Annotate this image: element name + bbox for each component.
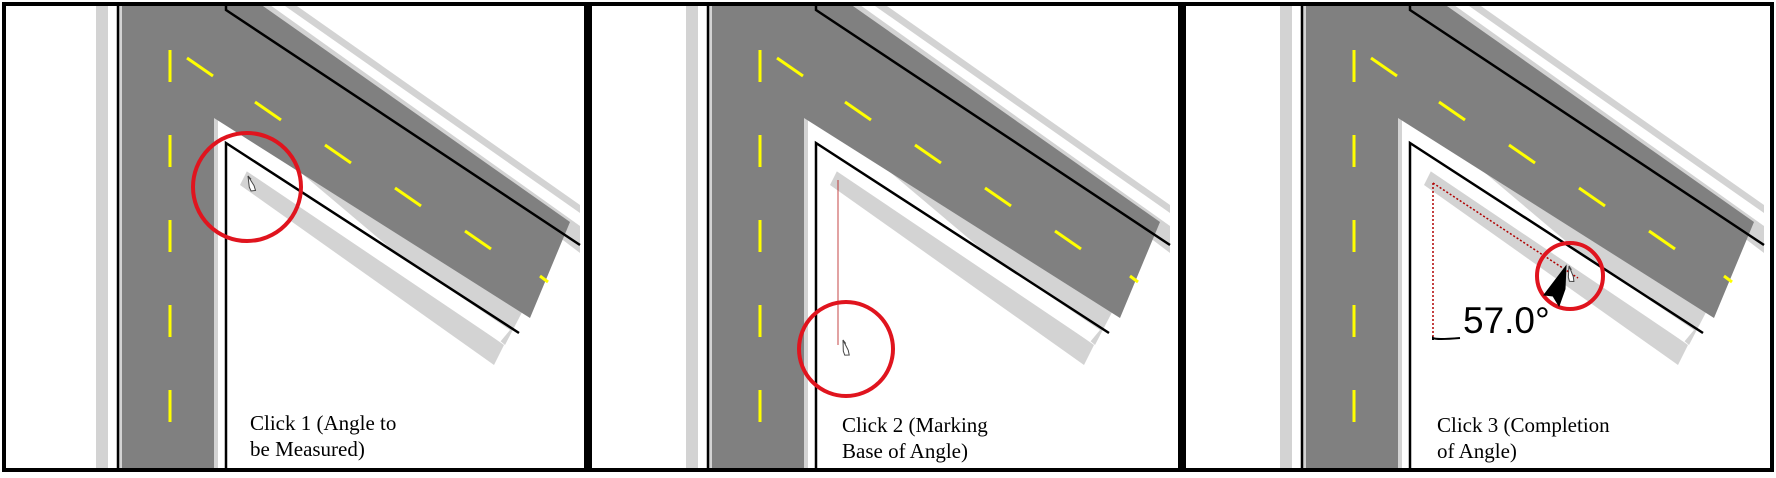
angle-readout: 57.0° — [1463, 300, 1550, 341]
panel-2: Click 2 (Marking Base of Angle) — [590, 4, 1180, 470]
panel-1-caption-line2: be Measured) — [250, 437, 365, 461]
panel-2-caption-line2: Base of Angle) — [842, 439, 968, 463]
panel-3-caption-line1: Click 3 (Completion — [1437, 413, 1610, 437]
panel-3: 57.0° Click 3 (Completion of Angle) — [1184, 4, 1772, 470]
angle-measurement-diagram: Click 1 (Angle to be Measured) Click 2 (… — [2, 2, 1774, 472]
panel-3-caption-line2: of Angle) — [1437, 439, 1517, 463]
panel-2-caption-line1: Click 2 (Marking — [842, 413, 988, 437]
panel-1: Click 1 (Angle to be Measured) — [4, 4, 586, 470]
panel-1-caption-line1: Click 1 (Angle to — [250, 411, 396, 435]
